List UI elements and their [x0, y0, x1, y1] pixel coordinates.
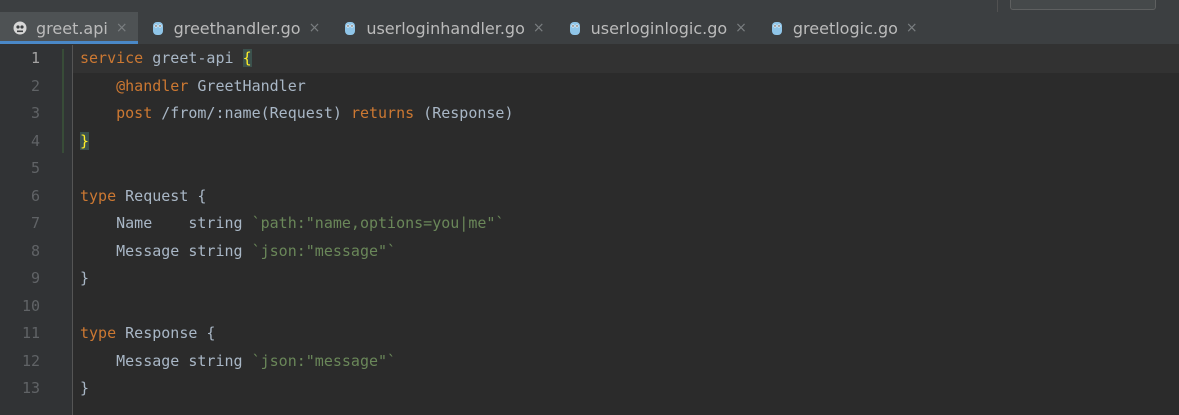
close-icon[interactable]: ×	[116, 20, 128, 36]
toolbar-divider	[997, 0, 998, 12]
tab-userloginhandler-go[interactable]: userloginhandler.go ×	[330, 12, 554, 44]
line-number: 9	[30, 269, 40, 287]
go-gopher-file-icon	[345, 22, 356, 35]
code-text: greet-api	[143, 49, 243, 67]
code-text: /from/:name(Request)	[152, 104, 351, 122]
string-literal: `json:"message"`	[251, 351, 397, 370]
line-number: 1	[30, 49, 40, 67]
code-text: GreetHandler	[188, 76, 306, 95]
tab-label: userloginhandler.go	[366, 18, 525, 38]
code-text: Response {	[116, 324, 216, 342]
line-number: 4	[30, 131, 40, 150]
keyword: returns	[350, 104, 415, 122]
search-field[interactable]	[1010, 0, 1156, 10]
code-line[interactable]: }	[73, 128, 1179, 156]
code-line[interactable]: Message string `json:"message"`	[73, 238, 1179, 266]
line-number: 11	[21, 324, 40, 342]
code-text: (Response)	[414, 104, 514, 122]
string-literal: `json:"message"`	[251, 241, 397, 260]
editor-tab-bar: greet.api × greethandler.go × userloginh…	[0, 12, 1179, 45]
keyword: type	[80, 324, 117, 342]
line-number: 10	[21, 296, 40, 315]
tab-userloginlogic-go[interactable]: userloginlogic.go ×	[555, 12, 757, 44]
code-text: Message string	[80, 241, 252, 260]
code-line[interactable]: service greet-api {	[73, 45, 1179, 73]
go-zero-api-file-icon	[13, 21, 27, 35]
tab-greet-api[interactable]: greet.api ×	[0, 12, 138, 44]
line-number: 13	[21, 379, 40, 397]
keyword: post	[116, 104, 153, 122]
matched-brace: {	[242, 49, 252, 67]
code-area[interactable]: service greet-api { @handler GreetHandle…	[73, 45, 1179, 415]
keyword: service	[80, 49, 144, 67]
tab-label: greet.api	[36, 18, 108, 38]
tab-greetlogic-go[interactable]: greetlogic.go ×	[757, 12, 928, 44]
tab-greethandler-go[interactable]: greethandler.go ×	[138, 12, 331, 44]
code-text: }	[80, 379, 90, 397]
code-line[interactable]: type Response {	[73, 320, 1179, 348]
code-line[interactable]: }	[73, 265, 1179, 293]
code-text: }	[80, 269, 90, 287]
code-text: Message string	[80, 351, 252, 370]
code-line[interactable]: Name string `path:"name,options=you|me"`	[73, 210, 1179, 238]
line-number: 8	[30, 241, 40, 260]
code-line[interactable]: type Request {	[73, 183, 1179, 211]
code-line[interactable]: post /from/:name(Request) returns (Respo…	[73, 100, 1179, 128]
line-number-gutter: 1 2 3 4 5 6 7 8 9 10 11 12 13	[0, 45, 73, 415]
code-text: Name string	[80, 214, 252, 232]
close-icon[interactable]: ×	[735, 20, 747, 36]
line-number: 12	[21, 351, 40, 370]
close-icon[interactable]: ×	[906, 20, 918, 36]
code-editor[interactable]: 1 2 3 4 5 6 7 8 9 10 11 12 13 service gr…	[0, 45, 1179, 415]
line-number: 3	[30, 104, 40, 122]
go-gopher-file-icon	[569, 22, 580, 35]
code-text: Request {	[116, 186, 207, 205]
tab-label: greetlogic.go	[792, 18, 898, 38]
tab-label: greethandler.go	[173, 18, 301, 38]
line-number: 2	[30, 76, 40, 95]
string-literal: `path:"name,options=you|me"`	[251, 214, 505, 232]
tab-label: userloginlogic.go	[590, 18, 728, 38]
code-line[interactable]: @handler GreetHandler	[73, 73, 1179, 101]
matched-brace: }	[80, 131, 90, 150]
line-number: 5	[30, 159, 40, 177]
line-number: 7	[30, 214, 40, 232]
keyword: @handler	[116, 76, 189, 95]
close-icon[interactable]: ×	[533, 20, 545, 36]
code-line[interactable]: }	[73, 375, 1179, 403]
go-gopher-file-icon	[771, 22, 782, 35]
go-gopher-file-icon	[152, 22, 163, 35]
vcs-change-marker	[62, 49, 64, 153]
keyword: type	[80, 186, 117, 205]
code-line[interactable]: Message string `json:"message"`	[73, 348, 1179, 376]
line-number: 6	[30, 186, 40, 205]
close-icon[interactable]: ×	[309, 20, 321, 36]
